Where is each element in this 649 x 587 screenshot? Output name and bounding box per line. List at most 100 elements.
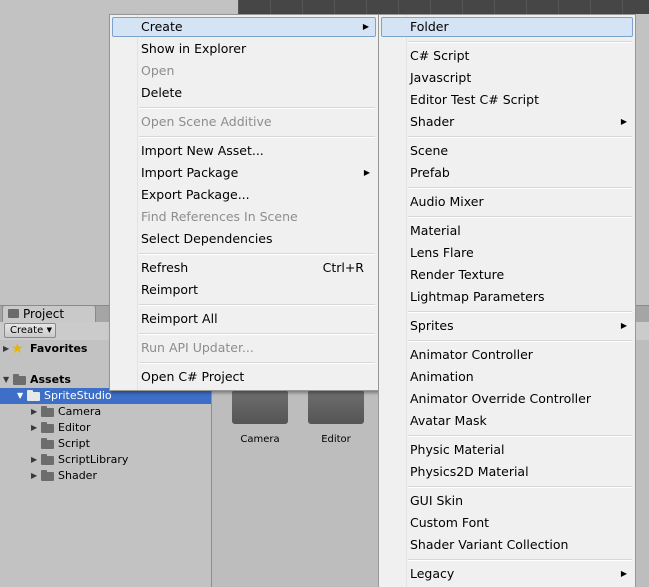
menu-item-reimport[interactable]: Reimport	[112, 280, 376, 300]
menu-item-prefab[interactable]: Prefab	[381, 163, 633, 183]
menu-item-reimport-all[interactable]: Reimport All	[112, 309, 376, 329]
menu-label: Lens Flare	[410, 245, 474, 260]
menu-item-open: Open	[112, 61, 376, 81]
folder-icon	[27, 390, 40, 401]
menu-item-delete[interactable]: Delete	[112, 83, 376, 103]
menu-item-gui-skin[interactable]: GUI Skin	[381, 491, 633, 511]
grid-item-label: Editor	[321, 434, 351, 445]
caret-down-icon: ▼	[46, 326, 52, 334]
menu-item-import-package[interactable]: Import Package ▶	[112, 163, 376, 183]
menu-label: Delete	[141, 85, 183, 100]
menu-separator	[408, 435, 632, 437]
scene-grid	[238, 0, 649, 14]
tree-label: Favorites	[30, 342, 88, 355]
menu-label: Physic Material	[410, 442, 505, 457]
menu-label: Sprites	[410, 318, 454, 333]
menu-item-custom-font[interactable]: Custom Font	[381, 513, 633, 533]
menu-item-lightmap-parameters[interactable]: Lightmap Parameters	[381, 287, 633, 307]
submenu-arrow-icon: ▶	[362, 22, 369, 31]
folder-icon	[13, 374, 26, 385]
menu-separator	[408, 486, 632, 488]
menu-separator	[408, 559, 632, 561]
collapsed-arrow-icon[interactable]: ▶	[31, 452, 37, 468]
submenu-arrow-icon: ▶	[620, 569, 627, 578]
tree-label: Camera	[58, 405, 102, 418]
menu-label: Show in Explorer	[141, 41, 247, 56]
tab-project-label: Project	[23, 307, 65, 321]
menu-label: Folder	[410, 19, 449, 34]
submenu-arrow-icon: ▶	[620, 117, 627, 126]
menu-item-create[interactable]: Create ▶	[112, 17, 376, 37]
menu-item-lens-flare[interactable]: Lens Flare	[381, 243, 633, 263]
expanded-arrow-icon[interactable]: ▼	[3, 372, 9, 388]
menu-item-show-in-explorer[interactable]: Show in Explorer	[112, 39, 376, 59]
tree-item-scriptlibrary[interactable]: ▶ ScriptLibrary	[0, 452, 211, 468]
menu-label: C# Script	[410, 48, 470, 63]
menu-label: Scene	[410, 143, 449, 158]
tree-label: ScriptLibrary	[58, 453, 129, 466]
menu-separator	[408, 41, 632, 43]
folder-icon	[41, 406, 54, 417]
menu-separator	[408, 311, 632, 313]
menu-label: Animator Override Controller	[410, 391, 591, 406]
menu-item-sprites[interactable]: Sprites ▶	[381, 316, 633, 336]
menu-label: Prefab	[410, 165, 450, 180]
menu-item-audio-mixer[interactable]: Audio Mixer	[381, 192, 633, 212]
tree-label: Editor	[58, 421, 91, 434]
menu-separator	[139, 136, 375, 138]
menu-item-open-csharp-project[interactable]: Open C# Project	[112, 367, 376, 387]
create-submenu: Folder C# Script Javascript Editor Test …	[378, 14, 636, 587]
menu-label: Physics2D Material	[410, 464, 529, 479]
tab-project[interactable]: Project	[2, 305, 96, 322]
menu-item-physics2d-material[interactable]: Physics2D Material	[381, 462, 633, 482]
menu-item-scene[interactable]: Scene	[381, 141, 633, 161]
menu-separator	[139, 362, 375, 364]
menu-separator	[408, 187, 632, 189]
tree-item-script[interactable]: Script	[0, 436, 211, 452]
menu-item-editor-test-script[interactable]: Editor Test C# Script	[381, 90, 633, 110]
menu-item-javascript[interactable]: Javascript	[381, 68, 633, 88]
tree-item-camera[interactable]: ▶ Camera	[0, 404, 211, 420]
menu-item-open-scene-additive: Open Scene Additive	[112, 112, 376, 132]
menu-label: Shader Variant Collection	[410, 537, 569, 552]
menu-label: Open Scene Additive	[141, 114, 272, 129]
create-dropdown-button[interactable]: Create ▼	[4, 323, 56, 338]
menu-label: Open	[141, 63, 175, 78]
folder-icon[interactable]	[308, 390, 364, 424]
tree-item-editor[interactable]: ▶ Editor	[0, 420, 211, 436]
menu-item-select-dependencies[interactable]: Select Dependencies	[112, 229, 376, 249]
menu-item-animation[interactable]: Animation	[381, 367, 633, 387]
menu-item-folder[interactable]: Folder	[381, 17, 633, 37]
menu-item-shader-variant-collection[interactable]: Shader Variant Collection	[381, 535, 633, 555]
collapsed-arrow-icon[interactable]: ▶	[31, 404, 37, 420]
folder-icon[interactable]	[232, 390, 288, 424]
menu-item-render-texture[interactable]: Render Texture	[381, 265, 633, 285]
tree-label: Script	[58, 437, 90, 450]
context-menu: Create ▶ Show in Explorer Open Delete Ope…	[109, 14, 379, 391]
menu-item-animator-override-controller[interactable]: Animator Override Controller	[381, 389, 633, 409]
menu-item-physic-material[interactable]: Physic Material	[381, 440, 633, 460]
menu-item-import-new-asset[interactable]: Import New Asset...	[112, 141, 376, 161]
collapsed-arrow-icon[interactable]: ▶	[31, 468, 37, 484]
submenu-arrow-icon: ▶	[620, 321, 627, 330]
menu-label: Import New Asset...	[141, 143, 264, 158]
expanded-arrow-icon[interactable]: ▼	[17, 388, 23, 404]
menu-item-material[interactable]: Material	[381, 221, 633, 241]
menu-label: GUI Skin	[410, 493, 464, 508]
tree-item-shader[interactable]: ▶ Shader	[0, 468, 211, 484]
menu-item-legacy[interactable]: Legacy ▶	[381, 564, 633, 584]
tree-label: Shader	[58, 469, 97, 482]
collapsed-arrow-icon[interactable]: ▶	[31, 420, 37, 436]
menu-item-csharp-script[interactable]: C# Script	[381, 46, 633, 66]
menu-item-animator-controller[interactable]: Animator Controller	[381, 345, 633, 365]
menu-item-avatar-mask[interactable]: Avatar Mask	[381, 411, 633, 431]
menu-separator	[139, 304, 375, 306]
menu-separator	[408, 216, 632, 218]
menu-label: Animator Controller	[410, 347, 533, 362]
menu-item-refresh[interactable]: Refresh Ctrl+R	[112, 258, 376, 278]
folder-icon	[41, 422, 54, 433]
menu-item-shader[interactable]: Shader ▶	[381, 112, 633, 132]
menu-label: Audio Mixer	[410, 194, 484, 209]
menu-item-export-package[interactable]: Export Package...	[112, 185, 376, 205]
collapsed-arrow-icon[interactable]: ▶	[3, 341, 9, 357]
